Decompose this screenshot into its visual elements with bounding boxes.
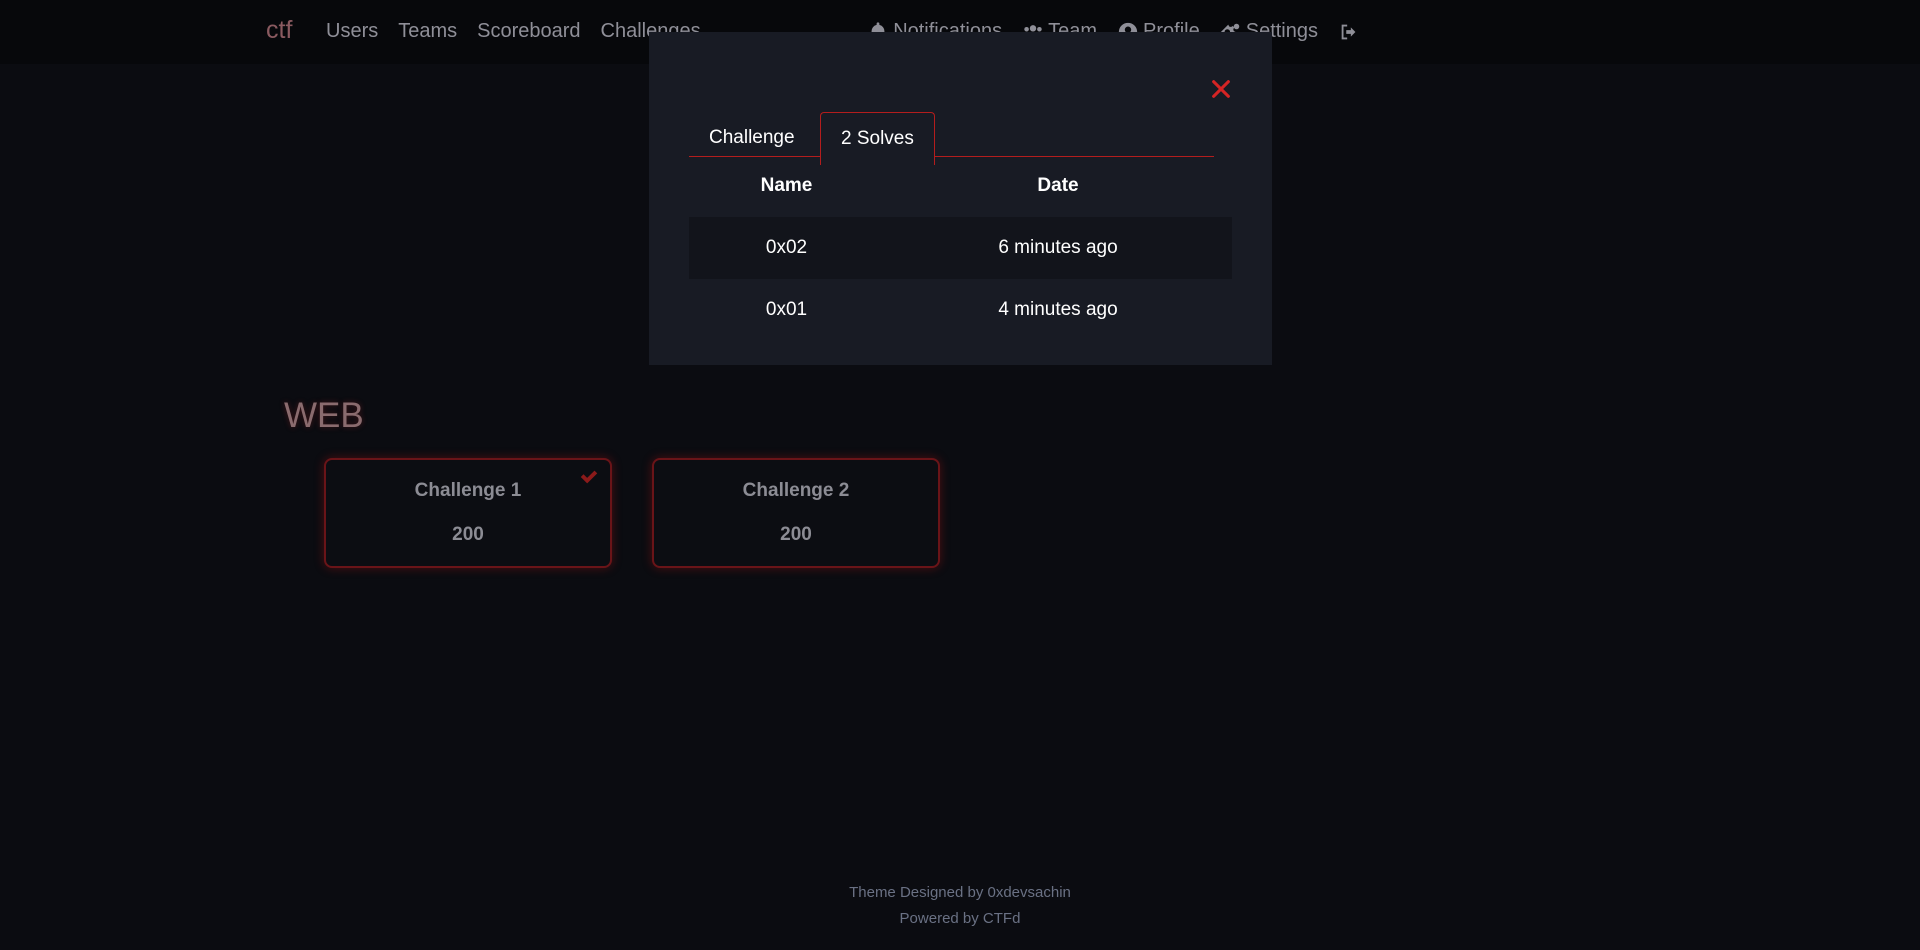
table-row: 0x02 6 minutes ago <box>689 217 1232 279</box>
footer-powered-by: Powered by CTFd <box>899 910 1021 927</box>
logout-icon <box>1341 24 1356 39</box>
solve-name-link[interactable]: 0x02 <box>689 217 884 279</box>
solve-name-link[interactable]: 0x01 <box>689 279 884 341</box>
nav-scoreboard[interactable]: Scoreboard <box>477 20 580 43</box>
nav-left: Users Teams Scoreboard Challenges <box>326 20 701 43</box>
table-header-row: Name Date <box>689 155 1232 217</box>
nav-logout[interactable] <box>1338 21 1360 43</box>
brand-link[interactable]: ctf <box>266 16 292 45</box>
category-title: WEB <box>284 396 364 435</box>
check-icon <box>580 470 598 484</box>
challenge-card-value: 200 <box>452 524 484 545</box>
nav-users[interactable]: Users <box>326 20 378 43</box>
nav-teams[interactable]: Teams <box>398 20 457 43</box>
challenge-modal: Challenge 2 Solves Name Date 0x02 6 minu… <box>649 32 1272 365</box>
challenge-card-name: Challenge 1 <box>414 480 522 501</box>
close-button[interactable] <box>1210 78 1232 100</box>
challenge-card-value: 200 <box>780 524 812 545</box>
table-row: 0x01 4 minutes ago <box>689 279 1232 341</box>
challenge-card-1[interactable]: Challenge 1 200 <box>324 458 612 568</box>
solve-date: 4 minutes ago <box>998 299 1118 320</box>
solve-date: 6 minutes ago <box>884 217 1232 279</box>
close-icon <box>1212 80 1230 98</box>
column-header-name: Name <box>760 175 813 196</box>
modal-tabs: Challenge 2 Solves <box>689 72 1214 165</box>
challenge-card-name: Challenge 2 <box>742 480 850 501</box>
challenge-card-2[interactable]: Challenge 2 200 <box>652 458 940 568</box>
page: ctf Users Teams Scoreboard Challenges No… <box>0 0 1920 950</box>
solves-table: Name Date 0x02 6 minutes ago 0x01 4 minu… <box>689 155 1232 341</box>
column-header-date: Date <box>1037 175 1079 196</box>
footer-theme-credit: Theme Designed by 0xdevsachin <box>849 884 1071 901</box>
